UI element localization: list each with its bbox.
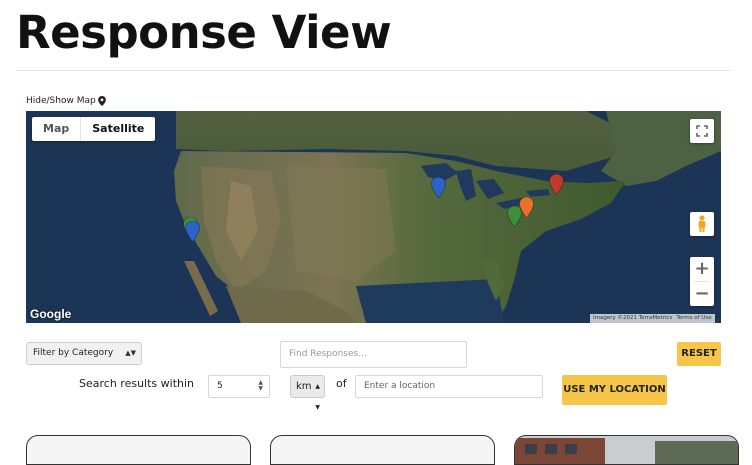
distance-unit-select[interactable]: km ▲ ▼ [290,375,325,411]
fullscreen-button[interactable] [690,119,714,143]
zoom-in-button[interactable]: + [690,257,714,281]
category-filter-select[interactable]: Filter by Category ▲▼ [26,342,142,365]
radius-value: 5 [217,381,223,391]
pegman-icon [698,215,706,232]
google-logo: Google [30,307,72,321]
category-filter-value: Filter by Category [33,348,114,358]
map-attribution: Imagery ©2021 TerraMetrics Terms of Use [590,314,715,323]
zoom-control: + − [690,257,714,306]
response-card-with-image[interactable] [514,435,739,465]
page-title: Response View [16,6,392,59]
imagery-attribution: Imagery ©2021 TerraMetrics [593,315,673,321]
distance-unit-value: km [296,381,312,392]
hide-show-map-label: Hide/Show Map [26,96,96,106]
map-marker-blue[interactable] [431,177,446,198]
select-arrows-icon: ▲▼ [125,349,136,357]
of-label: of [336,377,347,390]
street-view-button[interactable] [690,212,714,236]
find-responses-input[interactable]: Find Responses... [280,341,467,368]
radius-number-input[interactable]: 5 ▲ ▼ [208,375,270,398]
terms-of-use-link[interactable]: Terms of Use [676,314,711,323]
search-within-label: Search results within [79,377,195,390]
hide-show-map-toggle[interactable]: Hide/Show Map [26,96,106,106]
response-card[interactable] [26,435,251,465]
map-view[interactable]: Map Satellite + − Google Imagery ©2021 T… [26,111,721,323]
map-marker-blue[interactable] [185,221,200,242]
map-marker-orange[interactable] [519,197,534,218]
map-marker-red[interactable] [549,174,564,195]
use-my-location-button[interactable]: USE MY LOCATION [562,375,667,405]
map-type-map-button[interactable]: Map [32,117,82,141]
map-type-satellite-button[interactable]: Satellite [81,117,155,141]
reset-button[interactable]: RESET [677,342,721,366]
map-type-control: Map Satellite [32,117,156,141]
location-input[interactable]: Enter a location [355,375,543,398]
satellite-imagery [26,111,721,323]
number-spinner-icon[interactable]: ▲ ▼ [258,380,263,392]
select-arrows-icon: ▲▼ [315,383,320,411]
response-card[interactable] [270,435,495,465]
title-divider [16,70,731,71]
fullscreen-icon [696,125,708,137]
map-marker-icon [97,96,106,106]
zoom-out-button[interactable]: − [690,282,714,306]
